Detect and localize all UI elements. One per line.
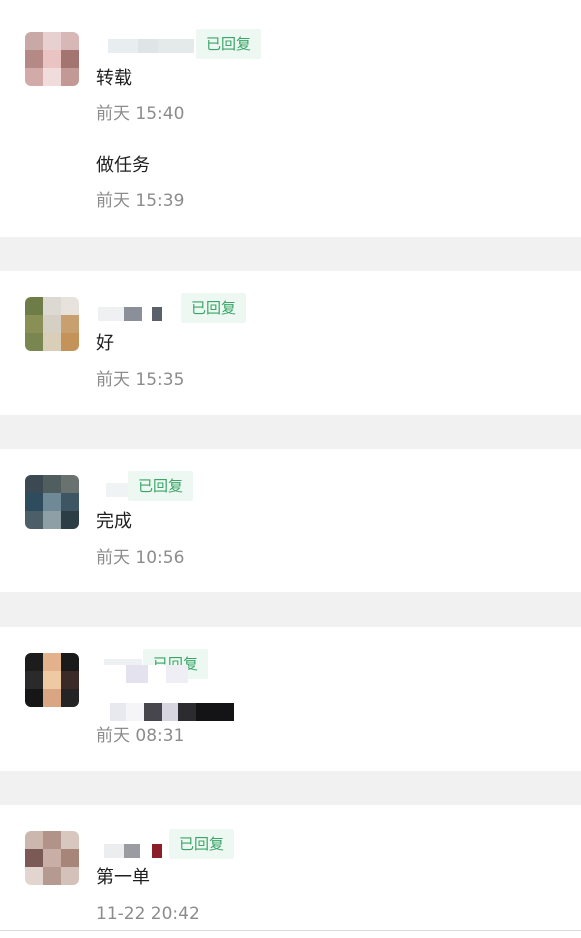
comment-content-blurred xyxy=(110,703,234,721)
comment-text: 完成 xyxy=(96,511,132,532)
comment-time: 前天 15:39 xyxy=(96,191,185,211)
comment-content-blurred xyxy=(96,665,188,683)
avatar-pixel xyxy=(25,653,43,671)
avatar-pixel xyxy=(25,68,43,86)
avatar-pixel xyxy=(43,511,61,529)
avatar-pixel xyxy=(43,689,61,707)
avatar-pixel xyxy=(25,849,43,867)
username-blurred xyxy=(104,843,162,859)
avatar-pixel xyxy=(61,32,79,50)
avatar-pixel xyxy=(61,50,79,68)
avatar[interactable] xyxy=(25,32,79,86)
comment-time: 前天 08:31 xyxy=(96,726,185,746)
comment-text: 转载 xyxy=(96,68,132,89)
avatar-pixel xyxy=(43,315,61,333)
comment-text: 好 xyxy=(96,333,114,354)
comment-card: 已回复 前天 08:31 xyxy=(0,627,581,771)
avatar-pixel xyxy=(61,315,79,333)
avatar-pixel xyxy=(61,831,79,849)
avatar-pixel xyxy=(61,68,79,86)
username-blurred xyxy=(108,38,194,54)
comment-time: 前天 15:35 xyxy=(96,370,185,390)
comment-text: 第一单 xyxy=(96,867,150,888)
avatar-pixel xyxy=(61,493,79,511)
avatar-pixel xyxy=(25,333,43,351)
avatar-pixel xyxy=(61,511,79,529)
avatar-pixel xyxy=(61,475,79,493)
avatar-pixel xyxy=(25,831,43,849)
avatar[interactable] xyxy=(25,475,79,529)
comment-time: 前天 10:56 xyxy=(96,548,185,568)
avatar-pixel xyxy=(25,32,43,50)
comment-card: 已回复 完成 前天 10:56 xyxy=(0,449,581,592)
avatar-pixel xyxy=(43,32,61,50)
replied-badge: 已回复 xyxy=(181,293,247,323)
replied-badge: 已回复 xyxy=(169,829,235,859)
avatar[interactable] xyxy=(25,297,79,351)
avatar-pixel xyxy=(61,849,79,867)
avatar-pixel xyxy=(43,50,61,68)
avatar-pixel xyxy=(43,653,61,671)
avatar-pixel xyxy=(25,671,43,689)
avatar-pixel xyxy=(25,297,43,315)
comment-time: 11-22 20:42 xyxy=(96,904,200,924)
replied-badge: 已回复 xyxy=(196,29,262,59)
avatar[interactable] xyxy=(25,831,79,885)
avatar-pixel xyxy=(43,671,61,689)
avatar-pixel xyxy=(25,511,43,529)
replied-badge: 已回复 xyxy=(128,471,194,501)
avatar-pixel xyxy=(61,653,79,671)
avatar-pixel xyxy=(43,849,61,867)
avatar-pixel xyxy=(43,867,61,885)
avatar-pixel xyxy=(61,671,79,689)
list-bottom-divider xyxy=(0,930,581,931)
username-blurred xyxy=(98,306,162,322)
avatar-pixel xyxy=(25,50,43,68)
comment-card: 已回复 转载 前天 15:40 做任务 前天 15:39 xyxy=(0,0,581,237)
avatar-pixel xyxy=(61,333,79,351)
comment-text: 做任务 xyxy=(96,155,150,176)
avatar[interactable] xyxy=(25,653,79,707)
avatar-pixel xyxy=(43,297,61,315)
avatar-pixel xyxy=(25,315,43,333)
comment-card: 已回复 好 前天 15:35 xyxy=(0,271,581,415)
avatar-pixel xyxy=(43,68,61,86)
avatar-pixel xyxy=(61,867,79,885)
avatar-pixel xyxy=(43,333,61,351)
avatar-pixel xyxy=(25,689,43,707)
comment-card: 已回复 第一单 11-22 20:42 xyxy=(0,805,581,938)
avatar-pixel xyxy=(43,831,61,849)
avatar-pixel xyxy=(61,297,79,315)
comment-time: 前天 15:40 xyxy=(96,104,185,124)
avatar-pixel xyxy=(25,493,43,511)
avatar-pixel xyxy=(25,475,43,493)
avatar-pixel xyxy=(43,493,61,511)
username-blurred xyxy=(106,482,128,498)
avatar-pixel xyxy=(25,867,43,885)
avatar-pixel xyxy=(43,475,61,493)
avatar-pixel xyxy=(61,689,79,707)
